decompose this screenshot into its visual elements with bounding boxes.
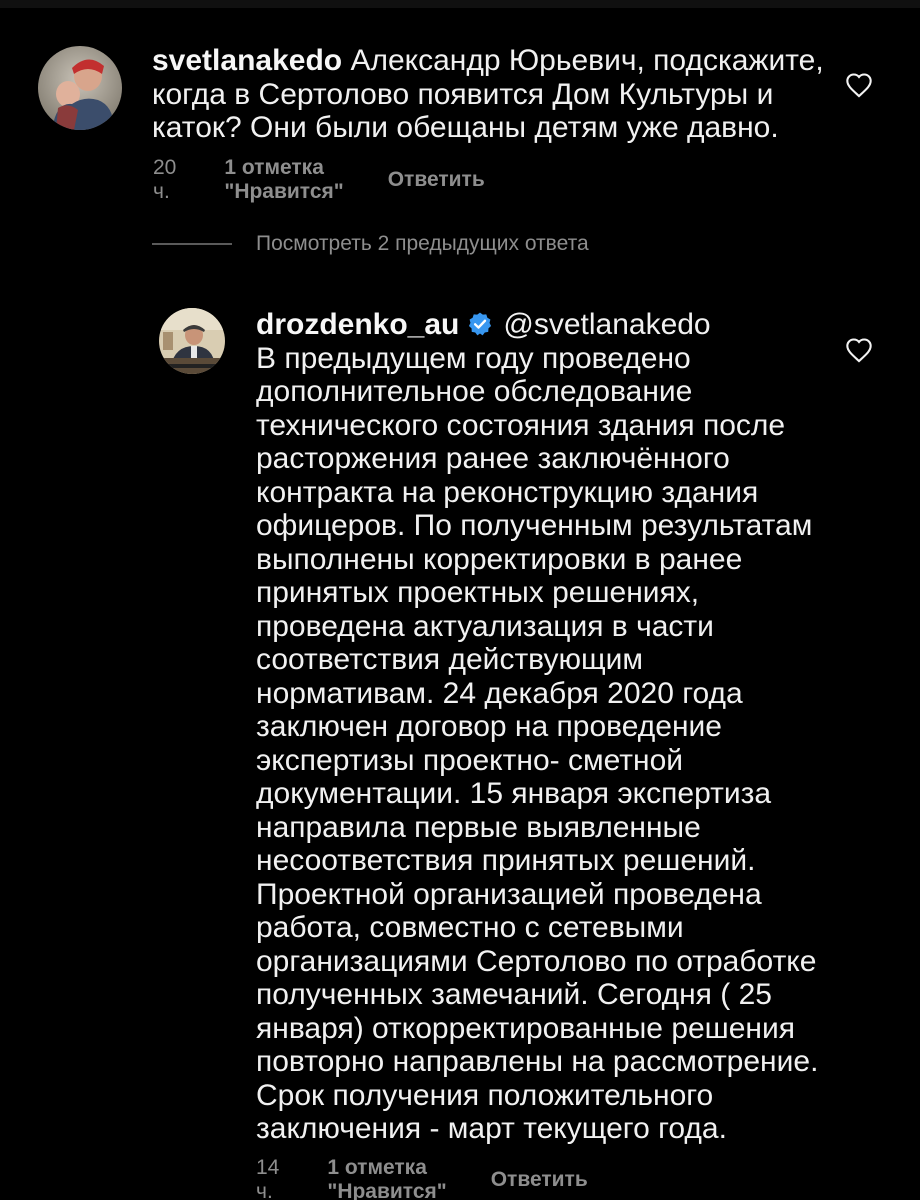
reply-meta: 14 ч. 1 отметка "Нравится" Ответить: [256, 1156, 588, 1200]
reply-text-line: офицеров. По полученным результатам: [256, 509, 813, 542]
reply-text: drozdenko_au @svetlanakedo В предыдущем …: [256, 308, 818, 1146]
reply-button[interactable]: Ответить: [388, 168, 485, 192]
reply-text-line: заключен договор на проведение: [256, 710, 722, 743]
divider-line: [152, 243, 232, 245]
top-edge: [0, 0, 920, 8]
reply-text-line: заключения - март текущего года.: [256, 1112, 727, 1145]
avatar[interactable]: [159, 308, 225, 374]
reply-text-line: полученных замечаний. Сегодня ( 25: [256, 978, 772, 1011]
reply-text-line: соответствия действующим: [256, 643, 644, 676]
reply-text-line: нормативам. 24 декабря 2020 года: [256, 676, 743, 710]
likes-count-link[interactable]: 1 отметка "Нравится": [327, 1156, 446, 1200]
view-replies-label: Посмотреть 2 предыдущих ответа: [256, 232, 589, 255]
reply-text-line: выполнены корректировки в ранее: [256, 542, 743, 576]
reply-text-line: Срок получения положительного: [256, 1078, 714, 1112]
reply-text-line: несоответствия принятых решений.: [256, 844, 756, 877]
avatar[interactable]: [38, 46, 122, 130]
verified-badge-icon: [469, 312, 492, 336]
reply-text-line: принятых проектных решениях,: [256, 576, 700, 609]
comment-text-line: когда в Сертолово появится Дом Культуры …: [152, 77, 774, 111]
official-photo-avatar-icon: [159, 308, 225, 374]
reply-text-line: января) откорректированные решения: [256, 1011, 796, 1045]
comment-time: 20 ч.: [153, 156, 177, 203]
reply-text-line: расторжения ранее заключённого: [256, 442, 730, 475]
comment-text-line: каток? Они были обещаны детям уже давно.: [152, 111, 779, 144]
reply-text-line: контракта на реконструкцию здания: [256, 475, 759, 509]
reply-text-line: проведена актуализация в части: [256, 609, 714, 643]
heart-outline-icon[interactable]: [845, 72, 873, 98]
reply-text-line: работа, совместно с сетевыми: [256, 911, 684, 944]
reply-text-line: направила первые выявленные: [256, 810, 701, 844]
reply-text-line: экспертизы проектно- сметной: [256, 743, 684, 777]
heart-outline-icon[interactable]: [845, 337, 873, 363]
likes-count-link[interactable]: 1 отметка "Нравится": [224, 156, 343, 204]
reply-text-line: дополнительное обследование: [256, 375, 693, 408]
view-previous-replies[interactable]: Посмотреть 2 предыдущих ответа: [152, 232, 589, 256]
reply-time: 14 ч.: [256, 1156, 280, 1200]
reply-text-line: организациями Сертолово по отработке: [256, 944, 817, 978]
reply-text-line: повторно направлены на рассмотрение.: [256, 1045, 819, 1078]
comment-meta: 20 ч. 1 отметка "Нравится" Ответить: [153, 156, 485, 204]
reply-text-line: Проектной организацией проведена: [256, 877, 762, 911]
mention-link[interactable]: @svetlanakedo: [503, 308, 710, 341]
comment-text: svetlanakedo Александр Юрьевич, подскажи…: [152, 44, 824, 145]
comment-username[interactable]: svetlanakedo: [152, 44, 342, 77]
user-photo-avatar-icon: [38, 46, 122, 130]
reply-text-line: В предыдущем году проведено: [256, 341, 691, 375]
reply-button[interactable]: Ответить: [491, 1168, 588, 1192]
reply-text-line: документации. 15 января экспертиза: [256, 777, 772, 810]
reply-text-line: технического состояния здания после: [256, 408, 786, 442]
comment-text-line: Александр Юрьевич, подскажите,: [350, 44, 824, 77]
reply-username[interactable]: drozdenko_au: [256, 308, 459, 341]
